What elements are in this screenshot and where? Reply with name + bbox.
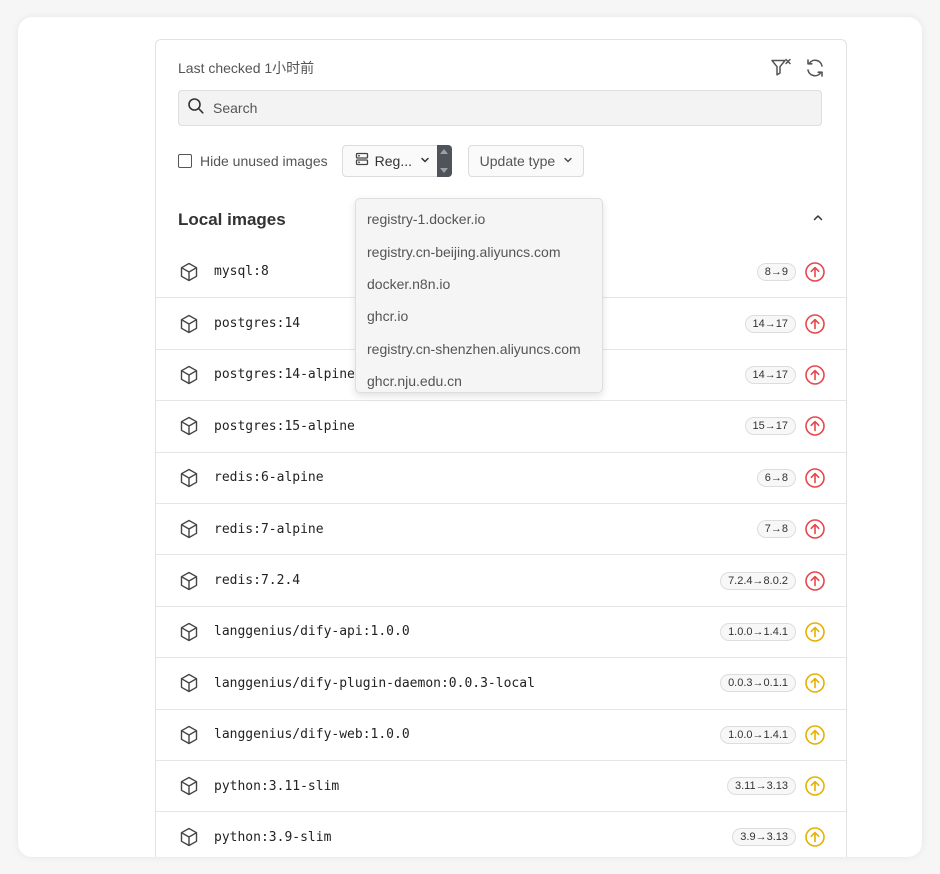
- version-badge: 7→8: [756, 520, 796, 539]
- version-badge: 0.0.3→0.1.1: [720, 674, 796, 693]
- version-badge: 3.11→3.13: [726, 777, 796, 796]
- package-icon: [178, 672, 200, 694]
- package-icon: [178, 826, 200, 848]
- version-badge: 1.0.0→1.4.1: [720, 725, 796, 744]
- registry-option[interactable]: docker.n8n.io: [356, 268, 602, 300]
- image-name: mysql:8: [214, 264, 269, 280]
- image-name: langgenius/dify-plugin-daemon:0.0.3-loca…: [214, 675, 535, 691]
- package-icon: [178, 570, 200, 592]
- hide-unused-checkbox[interactable]: [178, 154, 192, 168]
- major-update-icon[interactable]: [804, 518, 826, 540]
- major-update-icon[interactable]: [804, 364, 826, 386]
- version-badge: 3.9→3.13: [732, 828, 796, 847]
- image-row[interactable]: python:3.9-slim 3.9→3.13: [156, 811, 846, 857]
- refresh-icon[interactable]: [804, 57, 826, 79]
- major-update-icon[interactable]: [804, 415, 826, 437]
- images-panel: Last checked 1小时前 Search Hide unused ima…: [155, 39, 847, 857]
- image-name: python:3.9-slim: [214, 829, 332, 845]
- search-box: [178, 90, 822, 126]
- major-update-icon[interactable]: [804, 261, 826, 283]
- version-badge: 6→8: [756, 468, 796, 487]
- image-name: postgres:15-alpine: [214, 418, 355, 434]
- chevron-up-icon[interactable]: [812, 211, 824, 229]
- registry-option[interactable]: registry.cn-shenzhen.aliyuncs.com: [356, 333, 602, 365]
- image-row[interactable]: postgres:15-alpine 15→17: [156, 400, 846, 451]
- image-row[interactable]: langgenius/dify-web:1.0.0 1.0.0→1.4.1: [156, 708, 846, 760]
- version-badge: 8→9: [756, 262, 796, 281]
- minor-update-icon[interactable]: [804, 672, 826, 694]
- image-name: postgres:14-alpine: [214, 367, 355, 383]
- registry-option[interactable]: registry-1.docker.io: [356, 203, 602, 235]
- update-type-label: Update type: [479, 153, 556, 169]
- image-name: postgres:14: [214, 316, 301, 332]
- update-type-select[interactable]: Update type: [467, 145, 585, 177]
- registry-select[interactable]: Reg...: [341, 145, 452, 177]
- chevron-down-icon: [563, 152, 573, 170]
- chevron-down-icon: [420, 152, 430, 170]
- scrollbar[interactable]: [436, 145, 452, 177]
- registry-select-label: Reg...: [374, 153, 412, 169]
- registry-option[interactable]: registry.cn-beijing.aliyuncs.com: [356, 235, 602, 267]
- package-icon: [178, 518, 200, 540]
- minor-update-icon[interactable]: [804, 621, 826, 643]
- image-row[interactable]: python:3.11-slim 3.11→3.13: [156, 759, 846, 811]
- version-badge: 7.2.4→8.0.2: [720, 571, 796, 590]
- package-icon: [178, 467, 200, 489]
- hide-unused-label: Hide unused images: [200, 153, 328, 169]
- header-actions: [770, 57, 826, 79]
- image-name: langgenius/dify-web:1.0.0: [214, 727, 410, 743]
- minor-update-icon[interactable]: [804, 826, 826, 848]
- package-icon: [178, 261, 200, 283]
- version-badge: 14→17: [744, 365, 796, 384]
- image-row[interactable]: redis:7.2.4 7.2.4→8.0.2: [156, 554, 846, 605]
- package-icon: [178, 415, 200, 437]
- image-name: python:3.11-slim: [214, 778, 340, 794]
- image-row[interactable]: redis:7-alpine 7→8: [156, 502, 846, 554]
- version-badge: 15→17: [744, 417, 796, 436]
- package-icon: [178, 775, 200, 797]
- search-icon: [187, 97, 205, 120]
- registry-dropdown: registry-1.docker.io registry.cn-beijing.…: [355, 198, 603, 393]
- registry-option[interactable]: ghcr.io: [356, 300, 602, 332]
- server-icon: [355, 152, 369, 171]
- scroll-up-arrow-icon[interactable]: [440, 149, 449, 154]
- scroll-down-arrow-icon[interactable]: [440, 168, 449, 173]
- major-update-icon[interactable]: [804, 313, 826, 335]
- image-name: langgenius/dify-api:1.0.0: [214, 624, 410, 640]
- package-icon: [178, 724, 200, 746]
- package-icon: [178, 621, 200, 643]
- minor-update-icon[interactable]: [804, 724, 826, 746]
- minor-update-icon[interactable]: [804, 775, 826, 797]
- registry-option[interactable]: ghcr.nju.edu.cn: [356, 365, 602, 397]
- package-icon: [178, 364, 200, 386]
- major-update-icon[interactable]: [804, 570, 826, 592]
- section-title: Local images: [178, 210, 286, 229]
- image-row[interactable]: langgenius/dify-plugin-daemon:0.0.3-loca…: [156, 657, 846, 708]
- search-input[interactable]: [211, 99, 805, 117]
- image-row[interactable]: langgenius/dify-api:1.0.0 1.0.0→1.4.1: [156, 605, 846, 657]
- major-update-icon[interactable]: [804, 467, 826, 489]
- panel-header: Last checked 1小时前: [178, 56, 826, 80]
- filter-x-icon[interactable]: [770, 57, 792, 79]
- filter-bar: Hide unused images Reg... Update type: [178, 144, 585, 178]
- last-checked-text: Last checked 1小时前: [178, 60, 315, 76]
- hide-unused-toggle[interactable]: Hide unused images: [178, 153, 328, 169]
- image-name: redis:7-alpine: [214, 521, 324, 537]
- version-badge: 1.0.0→1.4.1: [720, 622, 796, 641]
- image-row[interactable]: redis:6-alpine 6→8: [156, 451, 846, 503]
- app-container: Last checked 1小时前 Search Hide unused ima…: [18, 17, 922, 857]
- version-badge: 14→17: [744, 314, 796, 333]
- package-icon: [178, 313, 200, 335]
- image-name: redis:6-alpine: [214, 470, 324, 486]
- image-name: redis:7.2.4: [214, 573, 301, 589]
